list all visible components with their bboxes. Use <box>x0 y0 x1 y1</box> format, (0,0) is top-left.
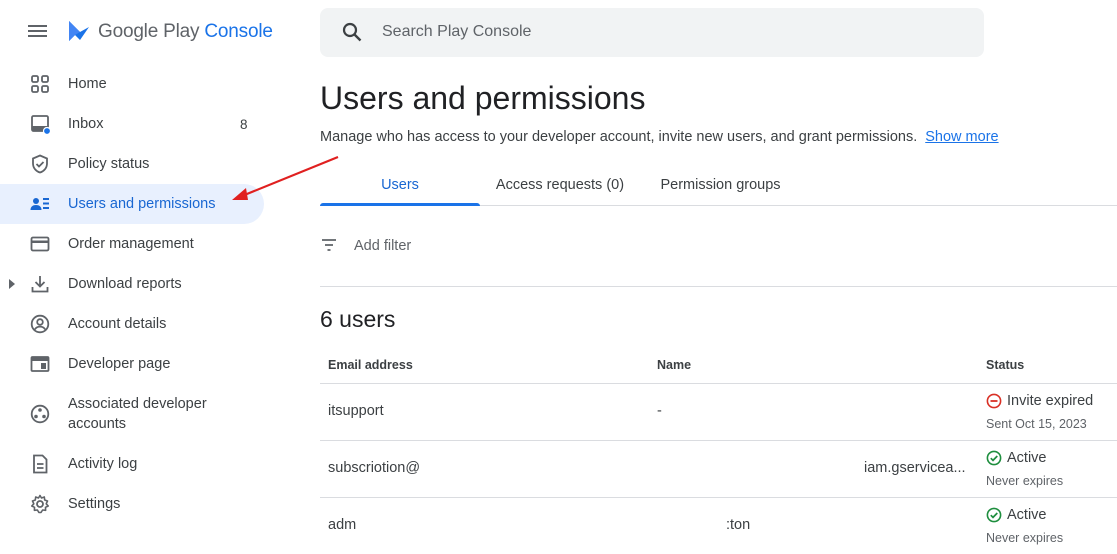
sidebar-item-developer-page[interactable]: Developer page <box>0 344 290 384</box>
status-text: Active <box>1007 507 1047 523</box>
user-name: :ton <box>726 517 751 533</box>
search-input[interactable] <box>382 20 942 44</box>
column-header-name[interactable]: Name <box>657 358 691 372</box>
sidebar-item-label: Associated developer accounts <box>68 396 207 432</box>
page-title: Users and permissions <box>320 80 646 116</box>
inbox-icon <box>31 115 50 134</box>
sidebar-item-associated-developer-accounts[interactable]: Associated developer accounts <box>0 384 290 444</box>
sidebar-item-label: Activity log <box>68 456 138 472</box>
sidebar-item-download-reports[interactable]: Download reports <box>0 264 290 304</box>
show-more-link[interactable]: Show more <box>925 129 998 145</box>
gear-icon <box>31 494 49 514</box>
check-circle-icon <box>986 450 1002 466</box>
search-icon[interactable] <box>342 22 362 42</box>
sidebar-item-settings[interactable]: Settings <box>0 484 290 524</box>
account-circle-icon <box>30 314 50 334</box>
table-header: Email address Name Status <box>320 344 1117 384</box>
page-description: Manage who has access to your developer … <box>320 129 918 145</box>
status-subtext: Never expires <box>986 474 1064 488</box>
sidebar-item-inbox[interactable]: Inbox 8 <box>0 104 290 144</box>
user-email: subscriotion@ <box>328 460 421 476</box>
sidebar-item-home[interactable]: Home <box>0 64 290 104</box>
table-row[interactable]: subscriotion@ iam.gservicea... Active Ne… <box>320 441 1117 498</box>
sidebar-item-label: Account details <box>68 316 167 332</box>
tab-bar: Users Access requests (0) Permission gro… <box>320 165 1117 206</box>
add-filter-button[interactable]: Add filter <box>354 238 411 254</box>
sidebar-item-label: Order management <box>68 236 194 252</box>
sidebar-header: Google Play Console <box>0 0 290 64</box>
associated-accounts-icon <box>30 404 50 424</box>
users-count-title: 6 users <box>320 306 396 332</box>
sidebar-nav: Home Inbox 8 Policy status Users and per… <box>0 64 290 524</box>
sidebar-item-users-and-permissions[interactable]: Users and permissions <box>0 184 264 224</box>
status-badge: Active <box>986 450 1047 466</box>
tab-access-requests[interactable]: Access requests (0) <box>488 165 632 205</box>
invite-expired-icon <box>986 393 1002 409</box>
column-header-email[interactable]: Email address <box>328 358 413 372</box>
table-row[interactable]: adm :ton Active Never expires <box>320 498 1117 554</box>
tab-permission-groups[interactable]: Permission groups <box>648 165 793 205</box>
user-email-domain: iam.gservicea... <box>864 460 966 476</box>
play-console-logo <box>69 21 89 41</box>
inbox-count-badge: 8 <box>240 116 248 132</box>
search-bar[interactable] <box>320 8 984 57</box>
developer-page-icon <box>30 356 50 372</box>
user-email: itsupport <box>328 403 384 419</box>
activity-log-icon <box>33 454 48 474</box>
sidebar-item-activity-log[interactable]: Activity log <box>0 444 290 484</box>
status-subtext: Never expires <box>986 531 1064 545</box>
filter-row: Add filter <box>320 226 1117 287</box>
sidebar-item-label: Home <box>68 76 107 92</box>
table-row[interactable]: itsupport - Invite expired Sent Oct 15, … <box>320 384 1117 441</box>
brand-title: Google Play Console <box>98 21 273 42</box>
status-badge: Invite expired <box>986 393 1093 409</box>
sidebar-item-order-management[interactable]: Order management <box>0 224 290 264</box>
hamburger-menu-icon[interactable] <box>28 22 52 42</box>
sidebar-item-label: Policy status <box>68 156 150 172</box>
users-table: Email address Name Status itsupport - In… <box>320 344 1117 554</box>
status-badge: Active <box>986 507 1047 523</box>
page-subtitle: Manage who has access to your developer … <box>320 129 999 145</box>
home-grid-icon <box>31 75 49 93</box>
shield-check-icon <box>32 154 48 174</box>
sidebar-item-label: Users and permissions <box>68 196 216 212</box>
sidebar: Google Play Console Home Inbox 8 Policy … <box>0 0 290 554</box>
filter-icon[interactable] <box>320 236 338 254</box>
user-name: - <box>657 403 662 419</box>
download-icon <box>31 276 49 293</box>
users-permissions-icon <box>30 198 49 210</box>
status-text: Invite expired <box>1007 393 1094 409</box>
sidebar-item-account-details[interactable]: Account details <box>0 304 290 344</box>
user-email: adm <box>328 517 357 533</box>
status-text: Active <box>1007 450 1047 466</box>
status-subtext: Sent Oct 15, 2023 <box>986 417 1087 431</box>
credit-card-icon <box>30 236 50 252</box>
annotation-arrow <box>232 155 339 200</box>
check-circle-icon <box>986 507 1002 523</box>
sidebar-item-label: Developer page <box>68 356 171 372</box>
expand-caret-icon[interactable] <box>9 279 15 289</box>
column-header-status[interactable]: Status <box>986 358 1024 372</box>
sidebar-item-label: Download reports <box>68 276 182 292</box>
sidebar-item-label: Settings <box>68 496 121 512</box>
sidebar-item-label: Inbox <box>68 116 104 132</box>
